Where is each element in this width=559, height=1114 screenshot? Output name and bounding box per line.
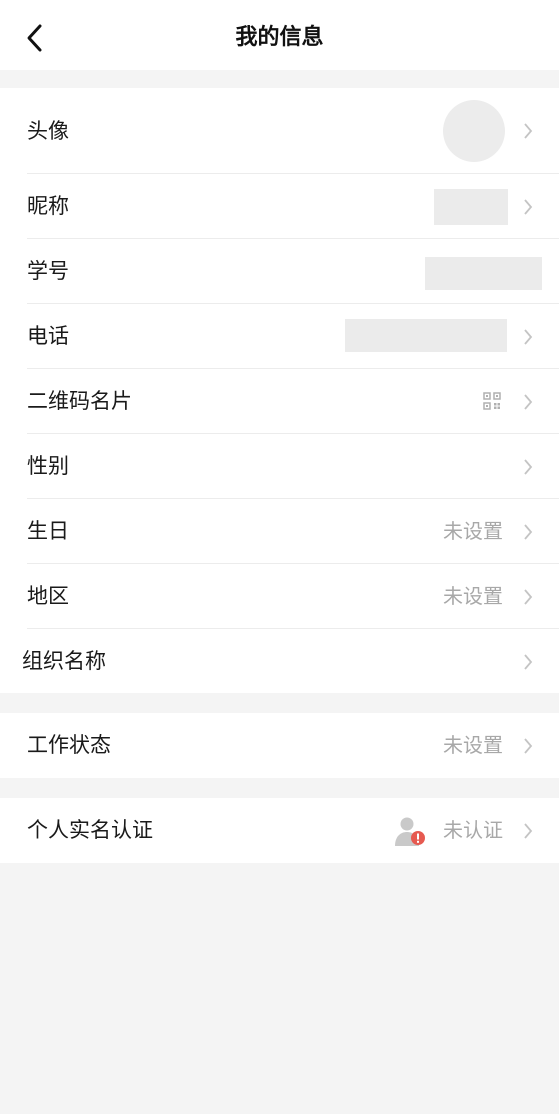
row-nickname[interactable]: 昵称 xyxy=(0,174,559,239)
chevron-right-icon xyxy=(524,199,533,215)
chevron-right-icon xyxy=(524,123,533,139)
auth-card: 个人实名认证 未认证 xyxy=(0,798,559,863)
chevron-right-icon xyxy=(524,823,533,839)
region-value: 未设置 xyxy=(443,584,503,608)
row-avatar[interactable]: 头像 xyxy=(0,88,559,174)
row-phone[interactable]: 电话 xyxy=(0,304,559,369)
row-birthday[interactable]: 生日 未设置 xyxy=(0,499,559,564)
chevron-right-icon xyxy=(524,589,533,605)
profile-card: 头像 昵称 学号 电话 二维码名片 性别 生日 未设置 地区 未设置 组织名称 xyxy=(0,88,559,693)
student-id-value-redacted xyxy=(425,257,542,290)
chevron-right-icon xyxy=(524,459,533,475)
qrcode-label: 二维码名片 xyxy=(27,389,132,413)
work-status-value: 未设置 xyxy=(443,733,503,757)
student-id-label: 学号 xyxy=(27,259,69,283)
realname-auth-label: 个人实名认证 xyxy=(27,818,153,842)
chevron-right-icon xyxy=(524,329,533,345)
birthday-value: 未设置 xyxy=(443,519,503,543)
region-label: 地区 xyxy=(27,584,69,608)
chevron-right-icon xyxy=(524,738,533,754)
nav-bar: 我的信息 xyxy=(0,0,559,70)
row-qrcode[interactable]: 二维码名片 xyxy=(0,369,559,434)
phone-label: 电话 xyxy=(27,324,69,348)
row-region[interactable]: 地区 未设置 xyxy=(0,564,559,629)
page-title: 我的信息 xyxy=(235,25,324,50)
user-warning-icon xyxy=(395,817,425,846)
work-status-label: 工作状态 xyxy=(27,733,111,757)
nickname-value-redacted xyxy=(434,189,508,225)
phone-value-redacted xyxy=(345,319,507,352)
chevron-right-icon xyxy=(524,394,533,410)
qrcode-icon xyxy=(483,392,501,410)
row-realname-auth[interactable]: 个人实名认证 未认证 xyxy=(0,798,559,863)
birthday-label: 生日 xyxy=(27,519,69,543)
chevron-right-icon xyxy=(524,524,533,540)
row-gender[interactable]: 性别 xyxy=(0,434,559,499)
chevron-right-icon xyxy=(524,654,533,670)
row-work-status[interactable]: 工作状态 未设置 xyxy=(0,713,559,778)
work-card: 工作状态 未设置 xyxy=(0,713,559,778)
gender-label: 性别 xyxy=(27,454,69,478)
realname-auth-value: 未认证 xyxy=(443,818,503,842)
avatar[interactable] xyxy=(443,100,505,162)
avatar-label: 头像 xyxy=(27,119,69,143)
row-organization[interactable]: 组织名称 xyxy=(0,629,559,694)
nickname-label: 昵称 xyxy=(27,194,69,218)
row-student-id: 学号 xyxy=(0,239,559,304)
organization-label: 组织名称 xyxy=(22,649,106,673)
